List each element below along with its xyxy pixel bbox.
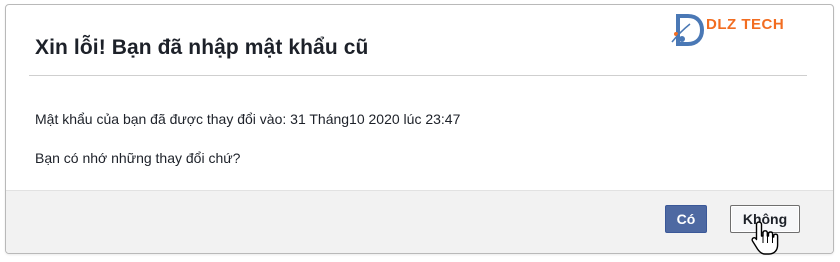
hand-pointer-icon: [751, 221, 779, 255]
title-divider: [29, 75, 807, 76]
dialog-footer: Có Không: [6, 190, 833, 253]
logo-d-icon: [671, 14, 705, 46]
yes-button[interactable]: Có: [665, 205, 707, 233]
dialog-title: Xin lỗi! Bạn đã nhập mật khẩu cũ: [35, 36, 369, 59]
confirm-question: Bạn có nhớ những thay đổi chứ?: [35, 150, 241, 166]
dlz-tech-logo: DLZ TECH: [670, 12, 798, 50]
logo-brand-text: DLZ TECH: [706, 16, 785, 33]
password-changed-message: Mật khẩu của bạn đã được thay đổi vào: 3…: [35, 111, 461, 127]
